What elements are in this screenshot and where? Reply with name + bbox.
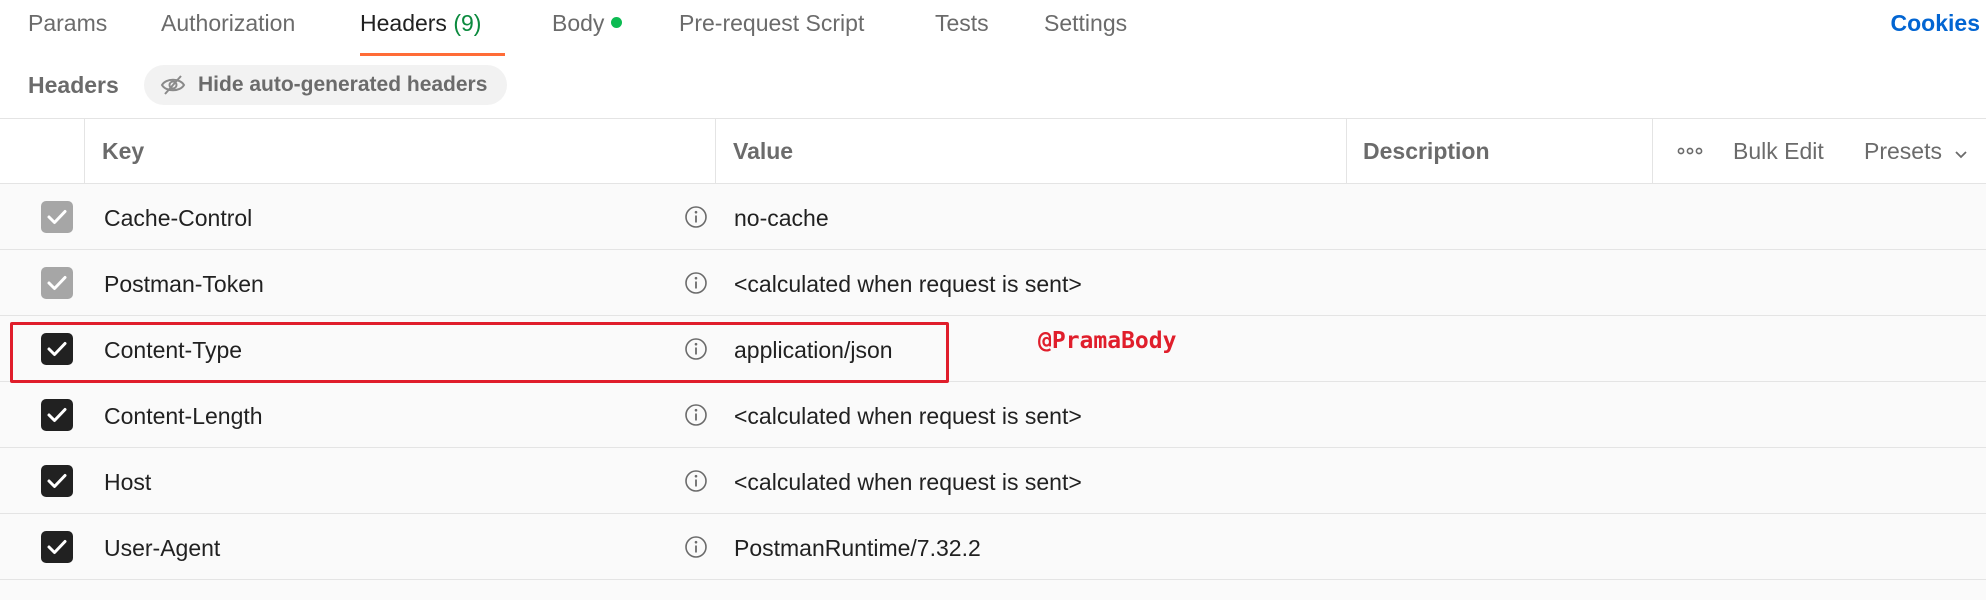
request-tabs: Params Authorization Headers (9) Body Pr… <box>0 0 1986 58</box>
info-icon[interactable] <box>684 205 708 229</box>
row-value[interactable]: PostmanRuntime/7.32.2 <box>734 535 981 562</box>
info-icon[interactable] <box>684 403 708 427</box>
presets-label: Presets <box>1864 138 1942 164</box>
body-status-dot-icon <box>611 17 623 29</box>
tab-params[interactable]: Params <box>28 10 107 37</box>
tab-authorization[interactable]: Authorization <box>161 10 295 37</box>
row-enable-checkbox[interactable] <box>41 531 73 563</box>
annotation-label: @PramaBody <box>1038 328 1177 354</box>
tab-headers-label: Headers <box>360 10 447 36</box>
column-header-key: Key <box>102 138 145 164</box>
tab-tests[interactable]: Tests <box>935 10 989 37</box>
row-enable-checkbox[interactable] <box>41 333 73 365</box>
tab-body-label: Body <box>552 10 605 36</box>
bulk-edit-button[interactable]: Bulk Edit <box>1733 138 1824 165</box>
table-top-border <box>0 118 1986 119</box>
table-row: Cache-Control no-cache <box>0 184 1986 250</box>
tab-headers-count: (9) <box>453 10 482 36</box>
row-key[interactable]: Postman-Token <box>104 271 264 298</box>
row-enable-checkbox[interactable] <box>41 465 73 497</box>
row-key[interactable]: Content-Length <box>104 403 263 430</box>
column-header-value: Value <box>733 138 794 164</box>
checkmark-icon <box>47 408 67 422</box>
column-divider <box>1652 118 1653 183</box>
row-value[interactable]: no-cache <box>734 205 829 232</box>
table-row <box>0 580 1986 600</box>
hide-auto-generated-headers-label: Hide auto-generated headers <box>198 73 488 96</box>
row-value[interactable]: application/json <box>734 337 893 364</box>
column-header-description: Description <box>1363 138 1490 164</box>
table-row: Host <calculated when request is sent> <box>0 448 1986 514</box>
table-row: Postman-Token <calculated when request is… <box>0 250 1986 316</box>
row-value[interactable]: <calculated when request is sent> <box>734 403 1082 430</box>
presets-dropdown[interactable]: Presets <box>1864 138 1968 165</box>
table-row: User-Agent PostmanRuntime/7.32.2 <box>0 514 1986 580</box>
more-options-icon[interactable] <box>1677 147 1703 155</box>
row-value[interactable]: <calculated when request is sent> <box>734 469 1082 496</box>
checkmark-icon <box>47 210 67 224</box>
info-icon[interactable] <box>684 469 708 493</box>
tab-pre-request-script[interactable]: Pre-request Script <box>679 10 864 37</box>
checkmark-icon <box>47 540 67 554</box>
row-enable-checkbox[interactable] <box>41 201 73 233</box>
checkmark-icon <box>47 342 67 356</box>
chevron-down-icon <box>1955 151 1968 159</box>
eye-off-icon <box>160 75 186 95</box>
row-key[interactable]: Cache-Control <box>104 205 252 232</box>
info-icon[interactable] <box>684 535 708 559</box>
row-key[interactable]: Content-Type <box>104 337 242 364</box>
info-icon[interactable] <box>684 271 708 295</box>
tab-body[interactable]: Body <box>552 10 623 37</box>
tab-settings[interactable]: Settings <box>1044 10 1127 37</box>
row-value[interactable]: <calculated when request is sent> <box>734 271 1082 298</box>
table-row: Content-Length <calculated when request i… <box>0 382 1986 448</box>
tab-headers[interactable]: Headers (9) <box>360 10 481 37</box>
headers-section-title: Headers <box>28 72 119 98</box>
row-key[interactable]: User-Agent <box>104 535 220 562</box>
checkmark-icon <box>47 474 67 488</box>
row-enable-checkbox[interactable] <box>41 267 73 299</box>
checkmark-icon <box>47 276 67 290</box>
row-enable-checkbox[interactable] <box>41 399 73 431</box>
cookies-link[interactable]: Cookies <box>1891 10 1980 37</box>
table-row: Content-Type application/json <box>0 316 1986 382</box>
hide-auto-generated-headers-button[interactable]: Hide auto-generated headers <box>144 65 508 105</box>
row-key[interactable]: Host <box>104 469 151 496</box>
active-tab-indicator <box>360 53 505 56</box>
info-icon[interactable] <box>684 337 708 361</box>
